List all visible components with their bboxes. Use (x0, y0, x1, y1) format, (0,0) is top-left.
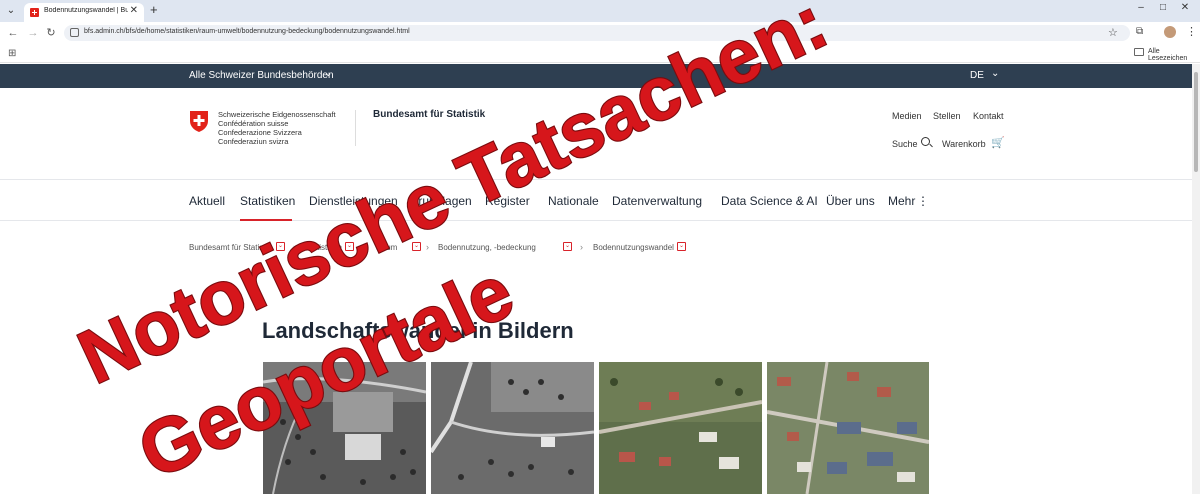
nav-item-dienstleistungen[interactable]: Dienstleistungen (309, 194, 398, 208)
kebab-menu-icon[interactable]: ⋮ (1186, 25, 1197, 38)
breadcrumb-item[interactable]: Bodennutzungswandel (593, 243, 674, 252)
aerial-photo-4[interactable] (767, 362, 929, 494)
jobs-link[interactable]: Stellen (933, 111, 961, 121)
minimize-icon[interactable]: – (1134, 2, 1148, 13)
breadcrumb-separator-icon: › (580, 242, 583, 252)
tab-title: Bodennutzungswandel | Bunde (44, 7, 128, 14)
active-tab-indicator (240, 219, 292, 221)
breadcrumb-item[interactable]: Statistiken (305, 243, 342, 252)
cart-link[interactable]: Warenkorb (942, 139, 986, 149)
tab-search-icon[interactable]: ⌄ (4, 4, 18, 18)
breadcrumb-separator-icon: › (293, 242, 296, 252)
url-text[interactable]: bfs.admin.ch/bfs/de/home/statistiken/rau… (84, 28, 410, 35)
search-link[interactable]: Suche (892, 139, 918, 149)
forward-icon[interactable]: → (26, 26, 40, 40)
language-selector[interactable]: DE (970, 70, 984, 81)
reload-icon[interactable]: ↻ (44, 26, 58, 40)
browser-toolbar: ← → ↻ bfs.admin.ch/bfs/de/home/statistik… (0, 22, 1200, 44)
aerial-photo-2[interactable] (431, 362, 594, 494)
apps-icon[interactable]: ⊞ (8, 48, 16, 59)
header-divider (355, 110, 356, 146)
site-info-icon[interactable] (70, 28, 79, 37)
nav-item-datenverwaltung[interactable]: Datenverwaltung (612, 194, 702, 208)
contact-link[interactable]: Kontakt (973, 111, 1004, 121)
org-line: Confederaziun svizra (218, 137, 289, 146)
breadcrumb-separator-icon: › (426, 242, 429, 252)
new-tab-button[interactable]: + (150, 3, 158, 17)
all-bookmarks-link[interactable]: Alle Lesezeichen (1148, 48, 1200, 62)
swiss-shield-logo-icon[interactable] (189, 110, 209, 133)
chevron-down-icon[interactable]: ⌄ (563, 242, 572, 251)
maximize-icon[interactable]: □ (1156, 2, 1170, 13)
breadcrumb-item[interactable]: Bodennutzung, -bedeckung (438, 243, 536, 252)
nav-item-mehr[interactable]: Mehr (888, 194, 915, 208)
cart-icon[interactable]: 🛒 (991, 136, 1005, 149)
chevron-down-icon[interactable]: ⌄ (345, 242, 354, 251)
close-window-icon[interactable]: ✕ (1178, 2, 1192, 13)
nav-item-register[interactable]: Register (485, 194, 530, 208)
favicon-icon (30, 8, 39, 17)
org-line: Confédération suisse (218, 119, 289, 128)
media-link[interactable]: Medien (892, 111, 922, 121)
breadcrumb-item[interactable]: Raum (376, 243, 397, 252)
address-bar[interactable]: bfs.admin.ch/bfs/de/home/statistiken/rau… (64, 25, 1130, 41)
back-icon[interactable]: ← (6, 26, 20, 40)
profile-icon[interactable] (1164, 26, 1176, 38)
nav-item-data-science[interactable]: Data Science & AI (721, 194, 818, 208)
authorities-dropdown[interactable]: Alle Schweizer Bundesbehörden (189, 70, 334, 81)
extensions-icon[interactable]: ⧉ (1136, 26, 1143, 37)
chevron-down-icon[interactable]: ⌄ (324, 68, 332, 79)
scrollbar-thumb[interactable] (1194, 72, 1198, 172)
aerial-photo-1[interactable] (263, 362, 426, 494)
chevron-down-icon[interactable]: ⌄ (276, 242, 285, 251)
breadcrumb-item[interactable]: Bundesamt für Statistik (189, 243, 271, 252)
browser-tab-bar: ⌄ Bodennutzungswandel | Bunde ✕ + – □ ✕ (0, 0, 1200, 22)
nav-item-ueber-uns[interactable]: Über uns (826, 194, 875, 208)
chevron-down-icon[interactable]: ⌄ (677, 242, 686, 251)
browser-tab[interactable]: Bodennutzungswandel | Bunde ✕ (24, 3, 144, 22)
bookmarks-bar: ⊞ Alle Lesezeichen (0, 44, 1200, 63)
aerial-photo-3[interactable] (599, 362, 762, 494)
search-icon[interactable] (921, 137, 930, 146)
nav-item-nationale[interactable]: Nationale (548, 194, 599, 208)
site-header: Schweizerische Eidgenossenschaft Confédé… (0, 88, 1192, 180)
tab-close-icon[interactable]: ✕ (130, 5, 138, 16)
nav-item-statistiken[interactable]: Statistiken (240, 194, 295, 208)
org-line: Confederazione Svizzera (218, 128, 302, 137)
page-scrollbar[interactable] (1192, 64, 1200, 494)
star-icon[interactable]: ☆ (1108, 26, 1118, 39)
confederation-names: Schweizerische Eidgenossenschaft Confédé… (218, 110, 336, 146)
chevron-down-icon[interactable]: ⌄ (991, 68, 999, 79)
more-menu-icon[interactable]: ⋮ (917, 194, 929, 208)
breadcrumb: Bundesamt für Statistik ⌄ › Statistiken … (0, 238, 1192, 258)
office-name[interactable]: Bundesamt für Statistik (373, 109, 485, 120)
folder-icon[interactable] (1134, 48, 1144, 56)
federal-authorities-bar: Alle Schweizer Bundesbehörden ⌄ DE ⌄ (0, 64, 1192, 88)
nav-item-aktuell[interactable]: Aktuell (189, 194, 225, 208)
breadcrumb-separator-icon: › (363, 242, 366, 252)
org-line: Schweizerische Eidgenossenschaft (218, 110, 336, 119)
nav-item-grundlagen[interactable]: Grundlagen (409, 194, 472, 208)
chevron-down-icon[interactable]: ⌄ (412, 242, 421, 251)
main-navigation: Aktuell Statistiken Dienstleistungen Gru… (0, 181, 1192, 221)
page-title: Landschaftswandel in Bildern (262, 318, 574, 343)
